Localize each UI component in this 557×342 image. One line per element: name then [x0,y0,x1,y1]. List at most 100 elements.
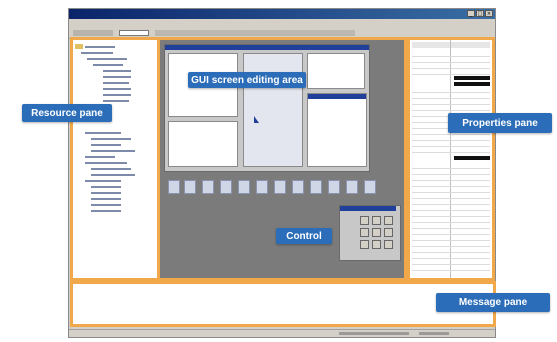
property-row[interactable] [412,194,490,199]
minimize-icon[interactable]: _ [467,10,475,17]
list-box-header [308,94,366,99]
toolbar-buttons[interactable] [73,30,113,36]
property-color-swatch[interactable] [454,82,490,86]
property-row[interactable] [412,248,490,253]
tree-item[interactable] [91,150,135,152]
tree-item[interactable] [91,174,135,176]
control-button[interactable] [360,216,369,225]
properties-pane[interactable] [407,37,495,281]
tree-item[interactable] [91,192,121,194]
property-color-swatch[interactable] [454,76,490,80]
nav-button[interactable] [168,180,180,194]
property-row[interactable] [412,236,490,241]
property-row[interactable] [412,212,490,217]
toolbar-combo[interactable] [119,30,149,36]
property-row[interactable] [412,136,490,141]
property-row[interactable] [412,64,490,69]
form-field-group[interactable] [307,53,365,89]
tree-item[interactable] [91,204,121,206]
property-row[interactable] [412,94,490,99]
tree-item[interactable] [103,76,131,78]
property-row[interactable] [412,58,490,63]
callout-gui-editing-area: GUI screen editing area [188,72,306,88]
property-row[interactable] [412,254,490,259]
tree-item[interactable] [85,180,121,182]
tree-item[interactable] [91,168,131,170]
resource-pane[interactable] [70,37,160,281]
control-button[interactable] [360,228,369,237]
property-color-swatch[interactable] [454,156,490,160]
tree-item[interactable] [91,210,121,212]
nav-button[interactable] [256,180,268,194]
property-row[interactable] [412,148,490,153]
control-button[interactable] [384,240,393,249]
property-row[interactable] [412,100,490,105]
form-canvas[interactable] [243,53,303,167]
tree-item[interactable] [87,58,127,60]
property-row[interactable] [412,88,490,93]
control-button[interactable] [384,228,393,237]
tree-item[interactable] [85,156,115,158]
nav-button[interactable] [364,180,376,194]
tree-item[interactable] [93,64,123,66]
property-row[interactable] [412,230,490,235]
control-button[interactable] [372,228,381,237]
control-button[interactable] [360,240,369,249]
close-icon[interactable]: × [485,10,493,17]
tree-item[interactable] [81,52,113,54]
nav-button[interactable] [328,180,340,194]
status-text [339,332,409,335]
tree-item[interactable] [85,46,115,48]
tree-item[interactable] [103,94,131,96]
form-title-bar [165,45,369,50]
maximize-icon[interactable]: □ [476,10,484,17]
property-row[interactable] [412,170,490,175]
property-row[interactable] [412,52,490,57]
property-row[interactable] [412,182,490,187]
property-row[interactable] [412,266,490,271]
property-row[interactable] [412,176,490,181]
nav-button[interactable] [274,180,286,194]
nav-button[interactable] [202,180,214,194]
nav-button[interactable] [184,180,196,194]
tree-item[interactable] [103,100,129,102]
property-row[interactable] [412,188,490,193]
nav-button[interactable] [346,180,358,194]
property-row[interactable] [412,164,490,169]
nav-button[interactable] [220,180,232,194]
tree-item[interactable] [85,132,121,134]
tree-item[interactable] [85,162,127,164]
tree-item[interactable] [91,138,131,140]
property-row[interactable] [412,206,490,211]
edited-screen-form[interactable] [164,44,370,172]
toolbar-tools[interactable] [155,30,355,36]
menu-bar[interactable] [69,19,495,28]
control-palette[interactable] [339,205,401,261]
nav-button[interactable] [292,180,304,194]
control-button[interactable] [384,216,393,225]
nav-button[interactable] [310,180,322,194]
tree-item[interactable] [103,88,131,90]
message-pane[interactable] [70,281,496,327]
tree-item[interactable] [91,198,121,200]
property-row[interactable] [412,224,490,229]
tree-item[interactable] [91,144,121,146]
control-button[interactable] [372,240,381,249]
tree-item[interactable] [103,82,129,84]
form-list-box[interactable] [307,93,367,167]
folder-icon [75,44,83,49]
callout-resource-pane: Resource pane [22,104,112,122]
application-window: _ □ × [68,8,496,338]
tree-item[interactable] [103,70,131,72]
property-row[interactable] [412,106,490,111]
control-button[interactable] [372,216,381,225]
property-row[interactable] [412,142,490,147]
tree-item[interactable] [91,186,121,188]
property-row[interactable] [412,70,490,75]
nav-button[interactable] [238,180,250,194]
property-row[interactable] [412,242,490,247]
property-row[interactable] [412,218,490,223]
property-row[interactable] [412,200,490,205]
form-text-panel[interactable] [168,121,238,167]
property-row[interactable] [412,260,490,265]
